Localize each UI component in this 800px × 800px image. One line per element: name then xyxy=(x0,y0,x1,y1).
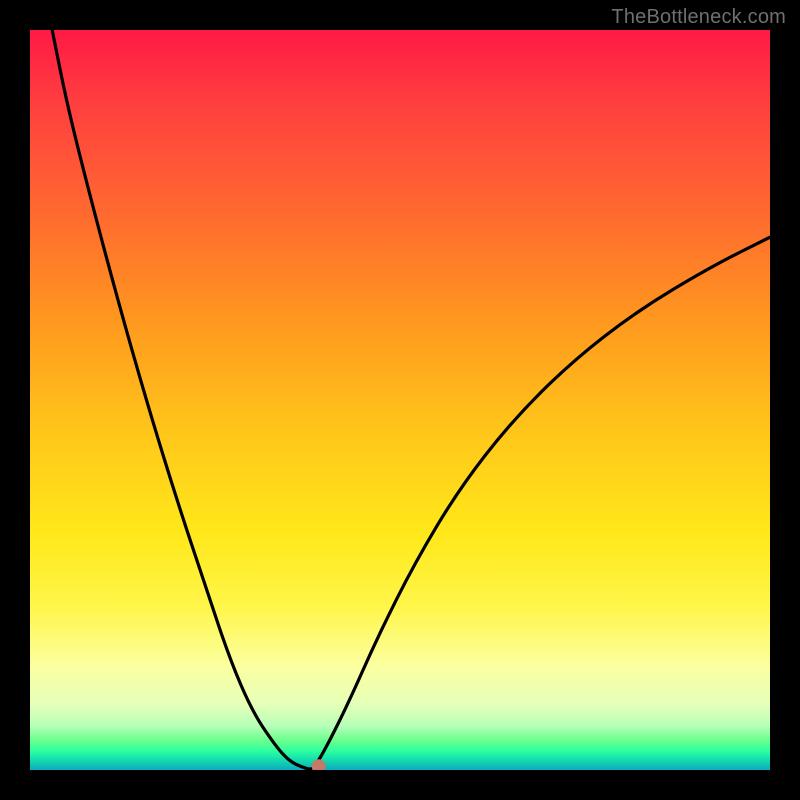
marker-dot xyxy=(312,759,326,770)
chart-frame: TheBottleneck.com xyxy=(0,0,800,800)
watermark-text: TheBottleneck.com xyxy=(611,6,786,29)
curve-group xyxy=(52,30,770,770)
plot-area xyxy=(30,30,770,770)
chart-svg xyxy=(30,30,770,770)
bottleneck-curve xyxy=(52,30,770,769)
